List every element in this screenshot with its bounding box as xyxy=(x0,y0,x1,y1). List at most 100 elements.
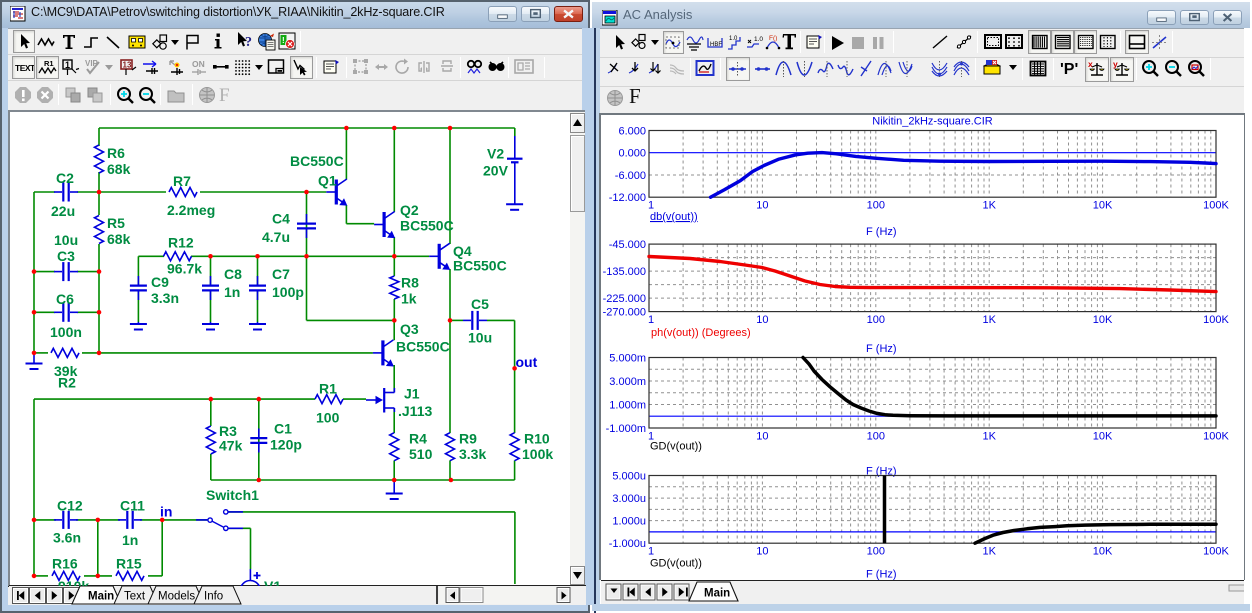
svg-text:-45.000: -45.000 xyxy=(609,239,646,251)
svg-text:5.000u: 5.000u xyxy=(612,471,646,483)
svg-text:R5: R5 xyxy=(107,215,125,231)
svg-text:1K: 1K xyxy=(982,546,996,558)
svg-text:-12.000: -12.000 xyxy=(609,192,646,204)
svg-text:10: 10 xyxy=(756,546,768,558)
svg-text:Switch1: Switch1 xyxy=(206,487,259,503)
svg-text:2.2meg: 2.2meg xyxy=(167,202,215,218)
svg-text:C8: C8 xyxy=(224,266,242,282)
svg-text:BC550C: BC550C xyxy=(453,258,507,274)
svg-text:GD(v(out)): GD(v(out)) xyxy=(650,441,702,453)
svg-text:910k: 910k xyxy=(58,578,89,586)
svg-text:5.000m: 5.000m xyxy=(609,353,646,365)
svg-text:F (Hz): F (Hz) xyxy=(866,343,897,355)
svg-text:4.7u: 4.7u xyxy=(262,229,290,245)
svg-text:F (Hz): F (Hz) xyxy=(866,569,897,581)
svg-text:F (Hz): F (Hz) xyxy=(866,226,897,238)
svg-text:100: 100 xyxy=(867,431,885,443)
svg-text:20V: 20V xyxy=(483,163,509,179)
svg-text:10u: 10u xyxy=(468,330,492,346)
svg-text:R4: R4 xyxy=(409,431,427,447)
svg-text:-6.000: -6.000 xyxy=(615,170,646,182)
svg-text:R16: R16 xyxy=(52,556,78,572)
svg-text:BC550C: BC550C xyxy=(290,153,344,169)
svg-text:?: ? xyxy=(245,35,252,50)
svg-text:1: 1 xyxy=(65,60,70,70)
svg-text:1n: 1n xyxy=(122,532,138,548)
svg-text:10: 10 xyxy=(756,314,768,326)
svg-text:C9: C9 xyxy=(151,274,169,290)
svg-text:Q3: Q3 xyxy=(400,321,419,337)
svg-text:-1.000m: -1.000m xyxy=(606,423,646,435)
svg-text:3.000m: 3.000m xyxy=(609,376,646,388)
svg-text:out: out xyxy=(516,354,538,370)
svg-text:10K: 10K xyxy=(1093,314,1113,326)
svg-text:100K: 100K xyxy=(1203,546,1229,558)
svg-text:100K: 100K xyxy=(1203,314,1229,326)
svg-text:10: 10 xyxy=(756,431,768,443)
svg-text:Q1: Q1 xyxy=(318,173,337,189)
svg-text:13: 13 xyxy=(123,61,132,70)
svg-text:'P': 'P' xyxy=(1060,61,1078,78)
svg-text:.J113: .J113 xyxy=(398,403,432,419)
svg-text:-225.000: -225.000 xyxy=(603,293,646,305)
svg-text:BC550C: BC550C xyxy=(400,218,454,234)
svg-text:22u: 22u xyxy=(51,203,75,219)
svg-text:R9: R9 xyxy=(459,431,477,447)
svg-text:!: ! xyxy=(282,36,285,45)
svg-text:HBF: HBF xyxy=(710,42,722,48)
svg-text:120p: 120p xyxy=(270,437,302,453)
svg-text:F: F xyxy=(219,85,230,105)
svg-text:C3: C3 xyxy=(57,248,75,264)
svg-text:R1: R1 xyxy=(44,59,54,68)
svg-text:0.000: 0.000 xyxy=(618,148,646,160)
svg-text:6.000: 6.000 xyxy=(618,126,646,138)
svg-text:1.0: 1.0 xyxy=(729,36,738,42)
svg-text:1: 1 xyxy=(648,314,654,326)
svg-text:R1: R1 xyxy=(319,381,337,397)
svg-text:C1: C1 xyxy=(274,421,292,437)
svg-text:10: 10 xyxy=(756,200,768,212)
svg-text:C2: C2 xyxy=(56,170,74,186)
svg-text:R8: R8 xyxy=(401,275,419,291)
svg-text:3.000u: 3.000u xyxy=(612,493,646,505)
svg-text:Info: Info xyxy=(204,591,223,603)
svg-text:-135.000: -135.000 xyxy=(603,266,646,278)
svg-text:BC550C: BC550C xyxy=(396,339,450,355)
svg-text:Nikitin_2kHz-square.CIR: Nikitin_2kHz-square.CIR xyxy=(872,116,992,128)
svg-text:100: 100 xyxy=(867,314,885,326)
svg-text:in: in xyxy=(160,504,172,520)
svg-text:3.3n: 3.3n xyxy=(151,290,179,306)
svg-text:10u: 10u xyxy=(54,232,78,248)
svg-text:100: 100 xyxy=(867,200,885,212)
svg-text:R12: R12 xyxy=(168,235,194,251)
svg-text:db(v(out)): db(v(out)) xyxy=(650,211,698,223)
svg-text:Q2: Q2 xyxy=(400,202,419,218)
svg-text:1.000u: 1.000u xyxy=(612,516,646,528)
svg-text:1K: 1K xyxy=(982,200,996,212)
svg-text:C7: C7 xyxy=(272,266,290,282)
svg-text:1: 1 xyxy=(648,546,654,558)
svg-text:1n: 1n xyxy=(224,284,240,300)
svg-text:68k: 68k xyxy=(107,161,131,177)
svg-text:-1.000u: -1.000u xyxy=(609,538,646,550)
svg-text:100: 100 xyxy=(867,546,885,558)
svg-text:F: F xyxy=(629,85,641,107)
svg-text:-270.000: -270.000 xyxy=(603,307,646,319)
svg-text:R7: R7 xyxy=(173,173,191,189)
svg-text:R2: R2 xyxy=(58,375,76,391)
svg-text:TEXT: TEXT xyxy=(15,63,34,73)
svg-text:100k: 100k xyxy=(522,446,553,462)
svg-text:100p: 100p xyxy=(272,284,304,300)
svg-text:100n: 100n xyxy=(50,324,82,340)
svg-text:ph(v(out)) (Degrees): ph(v(out)) (Degrees) xyxy=(651,327,751,339)
svg-text:C4: C4 xyxy=(272,211,290,227)
svg-text:100K: 100K xyxy=(1203,431,1229,443)
svg-text:1K: 1K xyxy=(982,431,996,443)
svg-text:1.0: 1.0 xyxy=(754,36,763,43)
svg-text:Models: Models xyxy=(158,591,195,603)
svg-text:ON: ON xyxy=(192,59,205,69)
svg-text:10K: 10K xyxy=(1093,200,1113,212)
svg-text:V2: V2 xyxy=(487,146,504,162)
svg-text:100K: 100K xyxy=(1203,200,1229,212)
svg-text:C5: C5 xyxy=(471,296,489,312)
